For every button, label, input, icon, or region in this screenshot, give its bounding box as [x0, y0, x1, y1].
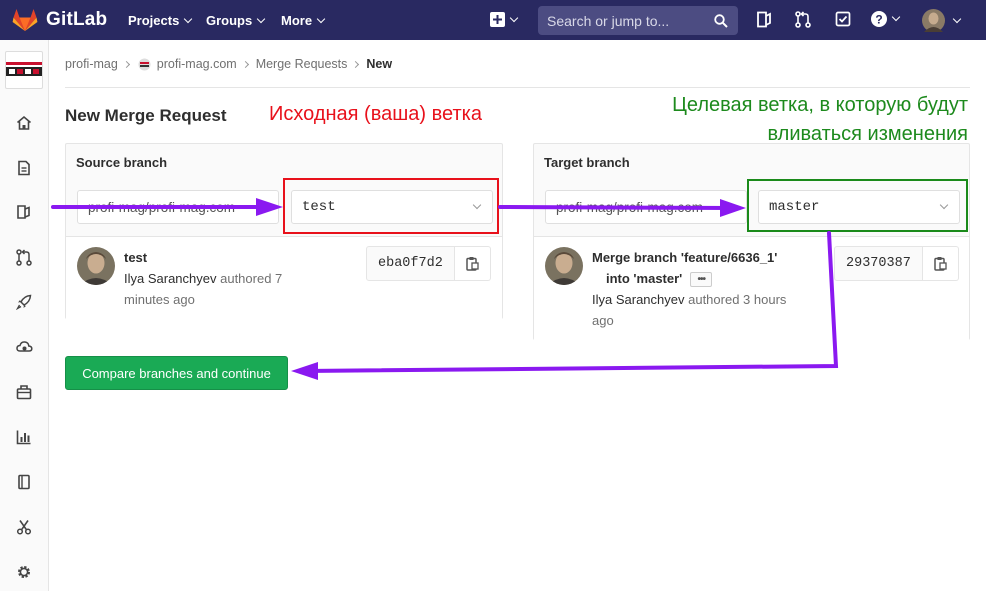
target-commit-title-2: into 'master' [606, 271, 683, 286]
source-commit-meta-1: authored 7 [216, 271, 283, 286]
target-commit: Merge branch 'feature/6636_1' into 'mast… [534, 236, 969, 340]
merge-request-icon[interactable] [795, 11, 811, 28]
target-branch-highlight [747, 179, 968, 232]
breadcrumb-group[interactable]: profi-mag [65, 57, 118, 71]
target-project-dropdown[interactable]: profi-mag/profi-mag.com [545, 190, 747, 224]
chevron-down-icon [509, 13, 519, 22]
target-commit-sha[interactable]: 29370387 [834, 246, 923, 281]
clipboard-icon [934, 257, 947, 271]
plus-square-icon [490, 12, 505, 27]
arrowhead-button [291, 362, 318, 380]
project-sidebar [0, 40, 49, 591]
help-dropdown[interactable]: ? [871, 11, 901, 27]
source-commit-author[interactable]: Ilya Saranchyev [124, 271, 217, 286]
source-branch-heading: Source branch [76, 155, 168, 170]
target-annotation: Целевая ветка, в которую будут вливаться… [672, 91, 968, 149]
source-commit-meta: Ilya Saranchyev authored 7 minutes ago [124, 268, 314, 310]
target-project-value: profi-mag/profi-mag.com [556, 199, 704, 215]
copy-sha-button[interactable] [922, 246, 959, 281]
chevron-down-icon [952, 14, 962, 23]
new-dropdown[interactable] [490, 12, 519, 27]
nav-groups-label: Groups [206, 13, 253, 28]
todo-check-icon[interactable] [835, 11, 851, 28]
project-small-logo-icon [138, 58, 151, 70]
gitlab-logo-icon [12, 9, 38, 31]
wiki-icon[interactable] [16, 474, 32, 490]
source-project-dropdown[interactable]: profi-mag/profi-mag.com [77, 190, 279, 224]
clipboard-icon [466, 257, 479, 271]
chevron-down-icon [184, 14, 193, 23]
chevron-right-icon [122, 60, 130, 68]
target-commit-sha-group: 29370387 [834, 246, 959, 281]
brand-name: GitLab [46, 9, 108, 30]
target-commit-meta: Ilya Saranchyev authored 3 hours ago [592, 289, 812, 331]
source-annotation: Исходная (ваша) ветка [269, 103, 482, 125]
target-commit-title[interactable]: Merge branch 'feature/6636_1' into 'mast… [592, 247, 807, 289]
avatar[interactable] [77, 247, 115, 285]
nav-projects-label: Projects [128, 13, 180, 28]
source-project-value: profi-mag/profi-mag.com [88, 199, 236, 215]
chart-icon[interactable] [16, 429, 32, 445]
chevron-down-icon [316, 14, 326, 23]
breadcrumb: profi-mag profi-mag.com Merge Requests N… [65, 56, 392, 72]
project-avatar[interactable] [5, 51, 43, 89]
chevron-down-icon [891, 12, 901, 22]
settings-icon[interactable] [16, 564, 32, 580]
toggle-description-button[interactable]: ••• [690, 272, 713, 288]
nav-projects[interactable]: Projects [128, 13, 193, 28]
chevron-right-icon [352, 60, 360, 68]
nav-more[interactable]: More [281, 13, 326, 28]
target-commit-title-1: Merge branch 'feature/6636_1' [592, 250, 778, 265]
issues-todo-icon[interactable] [756, 11, 772, 28]
rocket-icon[interactable] [16, 294, 32, 310]
author-avatar-icon [77, 247, 115, 285]
breadcrumb-divider [65, 87, 970, 88]
target-branch-heading: Target branch [544, 155, 630, 170]
chevron-down-icon [256, 14, 266, 23]
user-menu[interactable] [922, 9, 962, 32]
top-navbar: GitLab Projects Groups More Search or ju… [0, 0, 986, 40]
author-avatar-icon [545, 247, 583, 285]
source-commit-meta-2: minutes ago [124, 292, 195, 307]
cloud-icon[interactable] [16, 339, 33, 355]
project-logo-icon [6, 62, 42, 76]
breadcrumb-project[interactable]: profi-mag.com [157, 57, 237, 71]
nav-more-label: More [281, 13, 313, 28]
search-icon [714, 13, 728, 28]
snippet-icon[interactable] [16, 204, 32, 220]
source-commit: test Ilya Saranchyev authored 7 minutes … [66, 236, 502, 319]
breadcrumb-current[interactable]: New [366, 57, 392, 71]
source-branch-highlight [283, 178, 499, 234]
chevron-right-icon [241, 60, 249, 68]
issues-icon[interactable] [16, 160, 32, 176]
gitlab-home-link[interactable]: GitLab [12, 8, 107, 32]
merge-request-icon[interactable] [16, 249, 32, 266]
target-annotation-line-1: Целевая ветка, в которую будут [672, 94, 968, 116]
source-commit-sha-group: eba0f7d2 [366, 246, 491, 281]
svg-text:?: ? [875, 13, 882, 27]
target-commit-meta-2: ago [592, 313, 614, 328]
home-icon[interactable] [16, 115, 32, 131]
avatar[interactable] [545, 247, 583, 285]
package-icon[interactable] [16, 384, 32, 400]
copy-sha-button[interactable] [454, 246, 491, 281]
avatar [922, 9, 945, 32]
breadcrumb-merge-requests[interactable]: Merge Requests [256, 57, 348, 71]
search-placeholder: Search or jump to... [547, 12, 670, 29]
page-title: New Merge Request [65, 106, 227, 125]
scissors-icon[interactable] [16, 519, 32, 535]
target-branch-panel: Target branch profi-mag/profi-mag.com ma… [533, 143, 970, 340]
source-commit-sha[interactable]: eba0f7d2 [366, 246, 455, 281]
target-commit-meta-1: authored 3 hours [684, 292, 787, 307]
search-input[interactable]: Search or jump to... [538, 6, 738, 35]
source-commit-title[interactable]: test [124, 247, 147, 268]
target-commit-author[interactable]: Ilya Saranchyev [592, 292, 685, 307]
help-icon: ? [871, 11, 887, 27]
compare-branches-button[interactable]: Compare branches and continue [65, 356, 288, 390]
nav-groups[interactable]: Groups [206, 13, 266, 28]
